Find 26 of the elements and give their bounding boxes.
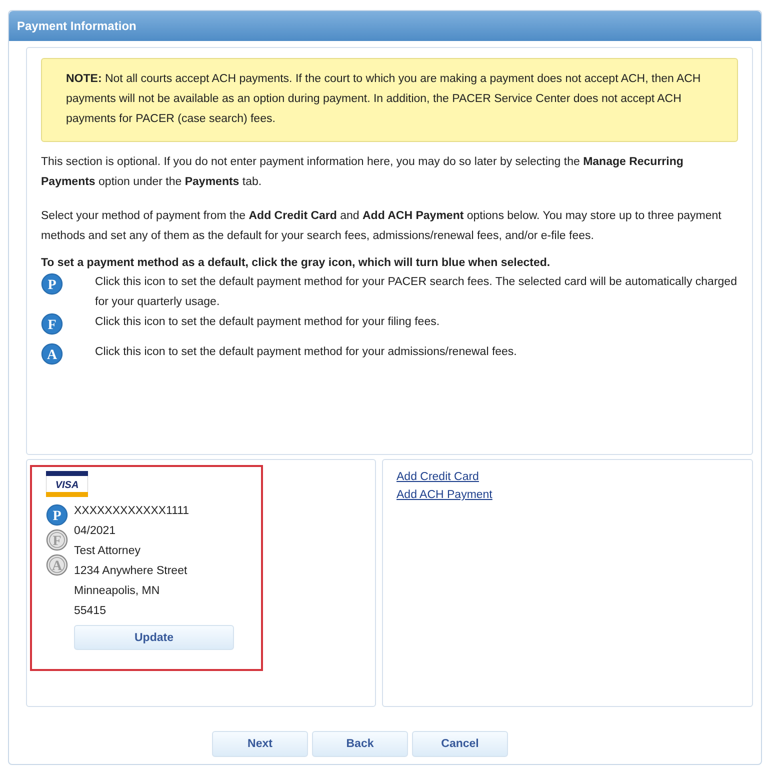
instruction-text: This section is optional. If you do not enter payment information here, you may do so later by selecting the Manage Recurring Payments option under the Payments tab. bbox=[41, 155, 684, 190]
card-brand-logo: VISA bbox=[46, 471, 88, 497]
card-detail: 04/2021 bbox=[74, 524, 117, 539]
legend-heading: To set a payment method as a default, click the gray icon, which will turn blue when selected. bbox=[41, 256, 552, 271]
panel-header: Payment Information bbox=[9, 11, 761, 41]
instruction-text: Select your method of payment from the Add Credit Card and Add ACH Payment options below. You may store up to three payment methods and set any of them as the default for your search fees, admissions/renewal fees, and/or e-file fees. bbox=[41, 209, 722, 244]
letter-badge-icon: A bbox=[41, 343, 63, 365]
nav-button[interactable]: Cancel bbox=[412, 731, 508, 757]
legend-text: Click this icon to set the default payment method for your admissions/renewal fees. bbox=[95, 345, 518, 360]
card-detail: XXXXXXXXXXXX1111 bbox=[74, 504, 190, 519]
add-payment-link[interactable]: Add Credit Card bbox=[396, 469, 479, 486]
legend-text: Click this icon to set the default payment method for your PACER search fees. The selected card will be automatically charged for your quarterly usage. bbox=[95, 275, 738, 310]
update-button[interactable]: Update bbox=[74, 625, 234, 650]
card-detail: Minneapolis, MN bbox=[74, 584, 161, 599]
letter-badge-icon: P bbox=[41, 273, 63, 295]
add-payment-link[interactable]: Add ACH Payment bbox=[396, 487, 492, 504]
letter-badge-icon[interactable]: P bbox=[46, 504, 68, 526]
nav-button[interactable]: Back bbox=[312, 731, 408, 757]
note-message: NOTE: Not all courts accept ACH payments. If the court to which you are making a payment does not accept ACH, then ACH payments will not be available as an option during payment. In addition, the PACER Service Center does not accept ACH payments for PACER (case search) fees. bbox=[41, 58, 738, 142]
card-detail: 1234 Anywhere Street bbox=[74, 564, 188, 579]
saved-card[interactable]: VISA P F A XXXXXXXXXXXX1111 04/2021 Test Attorney 1234 Anywhere Street Minneapolis, MN 55415 Update bbox=[30, 465, 263, 671]
card-detail: Test Attorney bbox=[74, 544, 142, 559]
legend-text: Click this icon to set the default payment method for your filing fees. bbox=[95, 315, 441, 330]
letter-badge-icon: F bbox=[41, 313, 63, 335]
card-detail: 55415 bbox=[74, 604, 107, 619]
nav-button[interactable]: Next bbox=[212, 731, 308, 757]
